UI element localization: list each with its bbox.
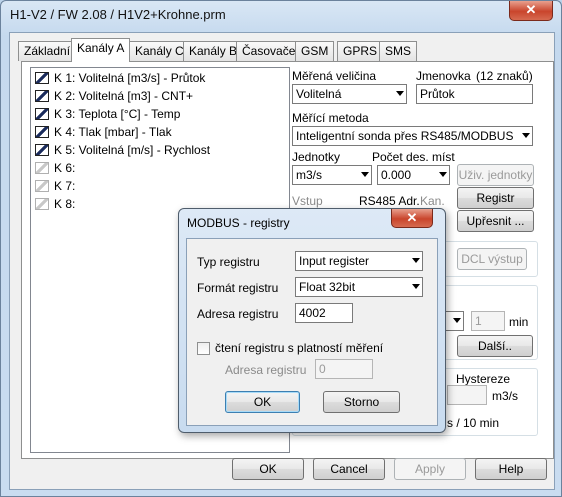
units-label: Jednotky [292,150,341,164]
chevron-down-icon [412,258,420,263]
channel-item[interactable]: K 3: Teplota [°C] - Temp [35,107,180,125]
measured-quantity-label: Měřená veličina [292,69,377,83]
channel-gauge-icon [35,144,49,156]
short-name-hint: (12 znaků) [476,69,533,83]
register-type-label: Typ registru [197,255,260,269]
next-button[interactable]: Další.. [457,335,533,357]
short-name-input[interactable]: Průtok [416,84,533,104]
input-label: Vstup [292,194,323,208]
channel-label: K 3: Teplota [°C] - Temp [54,107,181,121]
tab-2[interactable]: Kanály C [129,41,190,61]
channel-number-label: Kan. [420,194,445,208]
chevron-down-icon [396,91,404,96]
units-value: m3/s [296,168,323,182]
channel-item[interactable]: K 7: [35,179,75,197]
apply-button[interactable]: Apply [394,458,466,480]
ok-button[interactable]: OK [232,458,304,480]
channel-gauge-icon [35,198,49,210]
hysteresis-input[interactable] [447,385,487,405]
window-title: H1-V2 / FW 2.08 / H1V2+Krohne.prm [10,7,226,22]
interval-unit-label: min [509,315,529,329]
channel-gauge-icon [35,126,49,138]
register-type-value: Input register [299,254,370,268]
hysteresis-unit: m3/s [492,389,519,403]
channel-label: K 8: [54,197,76,211]
channel-item[interactable]: K 4: Tlak [mbar] - Tlak [35,125,172,143]
chevron-down-icon [522,133,530,138]
register-type-select[interactable]: Input register [295,251,423,271]
window-close-button[interactable]: ✕ [509,1,553,21]
channel-label: K 1: Volitelná [m3/s] - Průtok [54,71,206,85]
register-format-label: Formát registru [197,281,279,295]
dialog-ok-button[interactable]: OK [225,391,300,413]
modbus-registers-dialog: MODBUS - registry ✕ Typ registru Input r… [178,208,446,433]
register-format-select[interactable]: Float 32bit [295,277,423,297]
validity-checkbox-label: čtení registru s platností měření [215,341,384,355]
tab-7[interactable]: SMS [379,41,418,61]
refine-button[interactable]: Upřesnit ... [457,210,534,232]
channel-label: K 7: [54,179,76,193]
rs485-address-label: RS485 Adr. [359,194,420,208]
channel-label: K 6: [54,161,76,175]
rate-unit-label: s / 10 min [447,416,500,430]
user-units-button[interactable]: Uživ. jednotky [457,164,534,186]
interval-input[interactable]: 1 [471,311,505,331]
decimals-value: 0.000 [381,168,412,182]
register-address-label: Adresa registru [197,307,279,321]
registers-button[interactable]: Registr [457,187,534,209]
tab-5[interactable]: GSM [295,41,335,61]
decimals-label: Počet des. míst [372,150,455,164]
cancel-button[interactable]: Cancel [313,458,385,480]
channel-label: K 2: Volitelná [m3] - CNT+ [54,89,194,103]
register-format-value: Float 32bit [299,280,356,294]
validity-checkbox[interactable] [197,342,210,355]
channel-item[interactable]: K 2: Volitelná [m3] - CNT+ [35,89,193,107]
tab-0[interactable]: Základní [18,41,77,61]
method-label: Měřící metoda [292,111,369,125]
hysteresis-label: Hystereze [456,372,511,386]
decimals-select[interactable]: 0.000 [377,165,450,185]
method-value: Inteligentní sonda přes RS485/MODBUS [296,129,514,143]
chevron-down-icon [453,318,461,323]
validity-address-label: Adresa registru [225,363,307,377]
chevron-down-icon [439,172,447,177]
tab-1[interactable]: Kanály A [71,38,131,62]
validity-address-input[interactable]: 0 [315,359,373,379]
channel-item[interactable]: K 1: Volitelná [m3/s] - Průtok [35,71,205,89]
channel-item[interactable]: K 6: [35,161,75,179]
dcl-output-button[interactable]: DCL výstup [457,248,527,270]
dialog-cancel-button[interactable]: Storno [323,391,400,413]
units-select[interactable]: m3/s [292,165,372,185]
channel-gauge-icon [35,108,49,120]
dialog-body: Typ registru Input register Formát regis… [186,238,438,426]
tab-6[interactable]: GPRS [337,41,384,61]
channel-gauge-icon [35,180,49,192]
channel-label: K 5: Volitelná [m/s] - Rychlost [54,143,211,157]
tab-4[interactable]: Časovače [236,41,302,61]
channel-label: K 4: Tlak [mbar] - Tlak [54,125,172,139]
register-address-input[interactable]: 4002 [295,303,353,323]
short-name-label: Jmenovka [416,69,471,83]
channel-gauge-icon [35,162,49,174]
chevron-down-icon [361,172,369,177]
measured-quantity-value: Volitelná [296,87,342,101]
channel-item[interactable]: K 8: [35,197,75,215]
channel-gauge-icon [35,90,49,102]
method-select[interactable]: Inteligentní sonda přes RS485/MODBUS [292,126,533,146]
help-button[interactable]: Help [475,458,547,480]
channel-gauge-icon [35,72,49,84]
dialog-title: MODBUS - registry [187,216,290,230]
chevron-down-icon [412,284,420,289]
dialog-close-button[interactable]: ✕ [391,209,433,228]
measured-quantity-select[interactable]: Volitelná [292,84,407,104]
channel-item[interactable]: K 5: Volitelná [m/s] - Rychlost [35,143,210,161]
tab-3[interactable]: Kanály B [183,41,244,61]
